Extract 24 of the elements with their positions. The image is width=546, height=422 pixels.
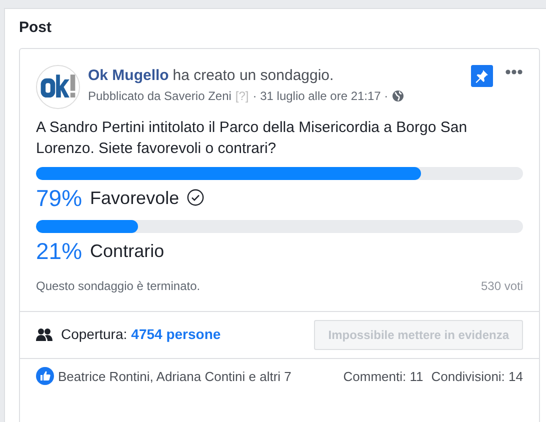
pin-icon <box>475 68 489 82</box>
option-percent: 21% <box>36 236 82 264</box>
poll-status: Questo sondaggio è terminato. <box>36 278 200 294</box>
post-text: A Sandro Pertini intitolato il Parco della Misericordia a Borgo San Lorenzo. Siete favorevoli o contrari? <box>35 118 468 158</box>
option-label: Favorevole <box>90 186 180 210</box>
page-name-link[interactable]: Ok Mugello <box>88 66 169 84</box>
vote-count: 530 voti <box>480 278 523 294</box>
option-percent: 79% <box>36 184 82 212</box>
pin-button[interactable] <box>471 64 493 86</box>
section-title: Post <box>19 18 52 38</box>
author-byline: Pubblicato da Saverio Zeni <box>88 88 232 105</box>
people-icon <box>36 328 53 341</box>
like-icon <box>36 367 54 386</box>
reach-label: Copertura: <box>61 325 128 344</box>
shares-count[interactable]: Condivisioni: 14 <box>431 366 523 386</box>
likes-summary[interactable]: Beatrice Rontini, Adriana Contini e altri 7 <box>58 366 292 386</box>
post-action: ha creato un sondaggio. <box>172 66 334 84</box>
option-label: Contrario <box>90 240 164 262</box>
post-date[interactable]: · 31 luglio alle ore 21:17 · <box>252 87 388 105</box>
reach-value-link[interactable]: 4754 persone <box>131 324 221 345</box>
more-options-icon[interactable] <box>505 68 523 74</box>
comments-count[interactable]: Commenti: 11 <box>343 366 424 386</box>
page-logo[interactable] <box>36 64 80 108</box>
globe-icon <box>392 90 404 102</box>
